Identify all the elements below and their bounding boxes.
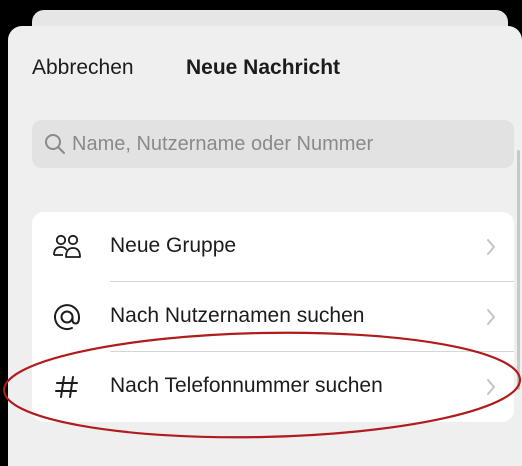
options-list: Neue Gruppe Nach Nutzernamen suchen Nach…	[32, 212, 514, 422]
search-phone-row[interactable]: Nach Telefonnummer suchen	[32, 352, 514, 422]
search-icon	[45, 134, 65, 154]
scroll-indicator	[517, 150, 520, 390]
hash-icon	[55, 376, 78, 398]
new-group-row[interactable]: Neue Gruppe	[32, 212, 514, 282]
search-bar[interactable]	[32, 120, 514, 168]
chevron-right-icon	[487, 379, 495, 395]
navigation-bar: Abbrechen Neue Nachricht	[8, 26, 522, 106]
chevron-right-icon	[487, 309, 495, 325]
search-username-label: Nach Nutzernamen suchen	[110, 304, 365, 327]
at-sign-icon	[54, 304, 81, 331]
search-input[interactable]	[72, 120, 502, 168]
search-phone-label: Nach Telefonnummer suchen	[110, 374, 383, 397]
new-group-label: Neue Gruppe	[110, 234, 237, 257]
people-icon	[53, 234, 81, 258]
search-username-row[interactable]: Nach Nutzernamen suchen	[32, 282, 514, 352]
chevron-right-icon	[487, 239, 495, 255]
new-message-sheet: Abbrechen Neue Nachricht Neue Gruppe	[8, 26, 522, 466]
page-title: Neue Nachricht	[186, 56, 341, 79]
cancel-button[interactable]: Abbrechen	[32, 56, 134, 80]
